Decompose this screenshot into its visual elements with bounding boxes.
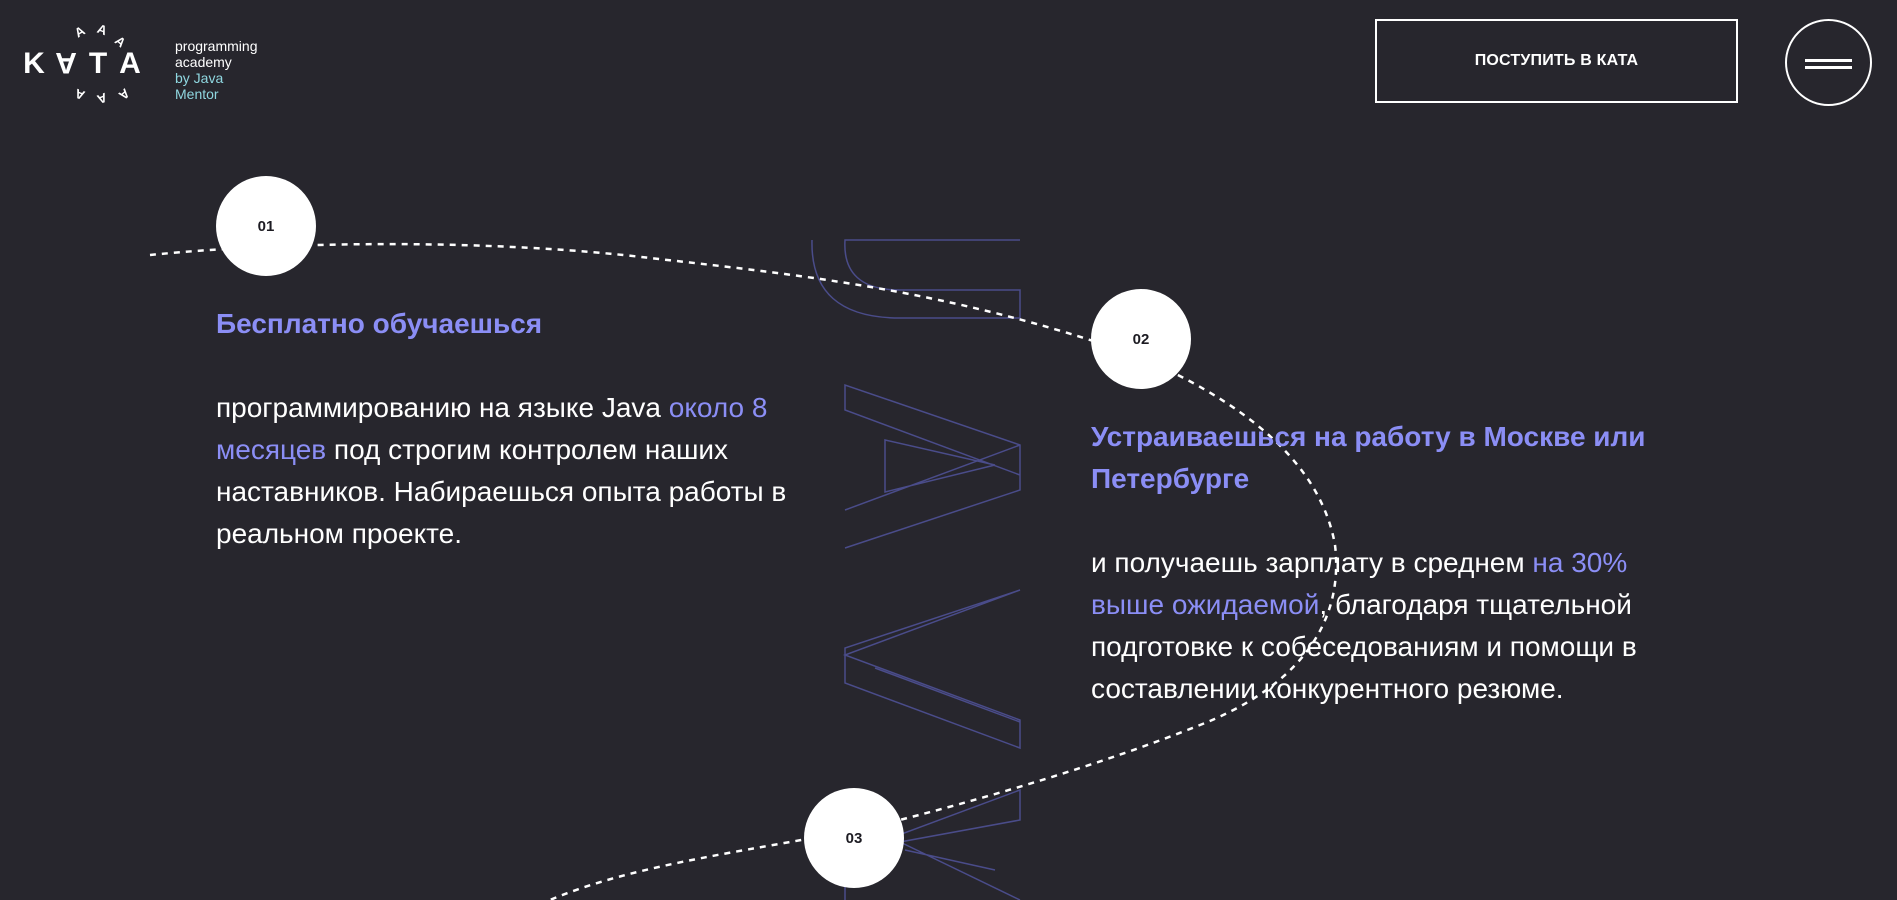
- step-card-01: Бесплатно обучаешься программированию на…: [216, 303, 806, 555]
- logo-letter-k: K: [23, 47, 45, 80]
- step-title-01: Бесплатно обучаешься: [216, 308, 543, 339]
- svg-text:A: A: [95, 21, 110, 39]
- watermark-letter-v: [842, 589, 1021, 750]
- step-card-02: Устраиваешься на работу в Москве или Пет…: [1091, 416, 1681, 710]
- watermark-letter-j: [811, 239, 1021, 319]
- step-title-02: Устраиваешься на работу в Москве или Пет…: [1091, 421, 1646, 494]
- logo-letter-a: A: [119, 47, 141, 80]
- logo-letter-a: A: [55, 46, 77, 79]
- svg-text:A: A: [72, 86, 87, 104]
- logo-line-2: academy: [175, 54, 232, 70]
- logo-line-3: by Java Mentor: [175, 70, 224, 102]
- kata-logo[interactable]: K A T A A A A A A A programming academy …: [20, 18, 260, 108]
- logo-mark: K A T A A A A A A A: [23, 21, 141, 108]
- logo-line-1: programming: [175, 38, 258, 54]
- svg-text:A: A: [95, 90, 110, 108]
- svg-text:A: A: [72, 22, 88, 40]
- menu-icon: [1805, 66, 1852, 69]
- menu-icon: [1805, 59, 1852, 62]
- svg-text:A: A: [115, 86, 132, 104]
- step-marker-02: 02: [1091, 289, 1191, 389]
- logo-text: programming academy by Java Mentor: [175, 38, 260, 102]
- step-text-02: и получаешь зарплату в среднем на 30% вы…: [1091, 547, 1637, 704]
- apply-button[interactable]: ПОСТУПИТЬ В КАТА: [1375, 19, 1738, 103]
- menu-button[interactable]: [1785, 19, 1872, 106]
- logo-letter-t: T: [89, 47, 107, 80]
- step-marker-01: 01: [216, 176, 316, 276]
- step-marker-03: 03: [804, 788, 904, 888]
- watermark-letter-a1: [844, 383, 1021, 549]
- step-text-01: программированию на языке Java около 8 м…: [216, 392, 787, 549]
